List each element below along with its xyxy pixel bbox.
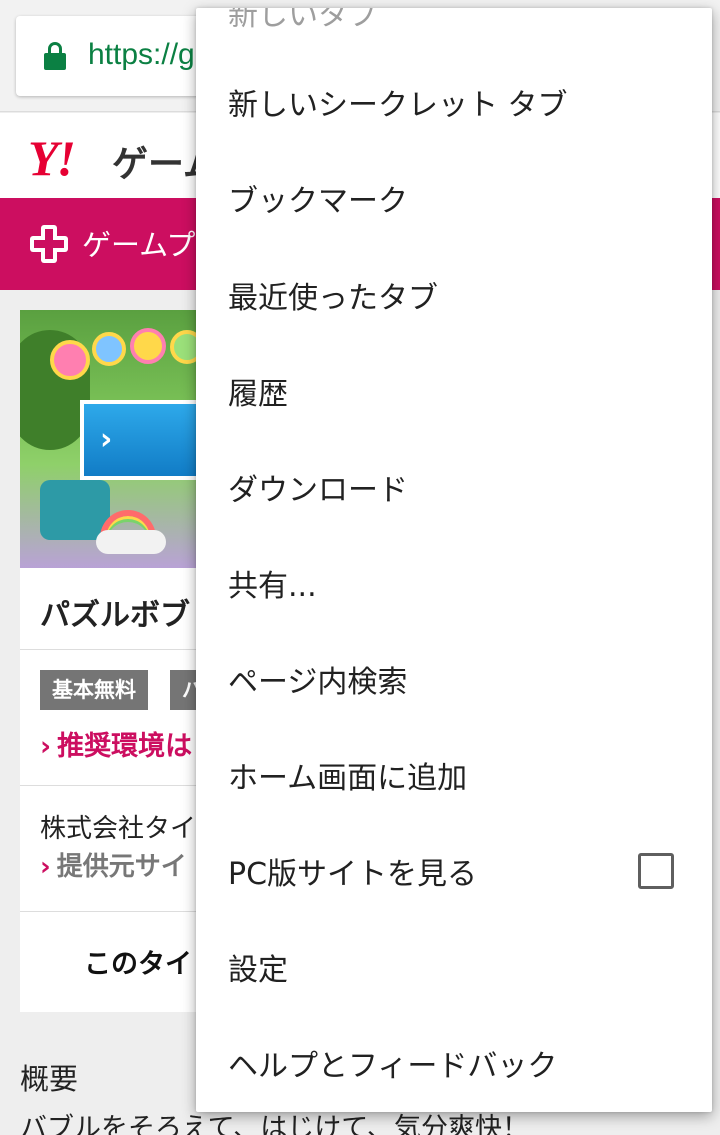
menu-item-label: 履歴	[228, 377, 288, 412]
url-text[interactable]: https://g	[88, 38, 195, 72]
tag-free: 基本無料	[40, 670, 148, 710]
menu-item-label: ヘルプとフィードバック	[228, 1049, 558, 1084]
menu-item-settings[interactable]: 設定	[196, 919, 712, 1015]
menu-item-label: 最近使ったタブ	[228, 281, 438, 316]
menu-item-help-feedback[interactable]: ヘルプとフィードバック	[196, 1015, 712, 1111]
menu-item-label: 新しいタブ	[228, 8, 378, 33]
overview-heading: 概要	[20, 1062, 79, 1096]
menu-item-new-incognito-tab[interactable]: 新しいシークレット タブ	[196, 54, 712, 150]
menu-item-find-in-page[interactable]: ページ内検索	[196, 631, 712, 727]
menu-item-label: 新しいシークレット タブ	[228, 88, 568, 123]
provider-site-label: 提供元サイ	[56, 852, 187, 882]
browser-overflow-menu: 新しいタブ 新しいシークレット タブ ブックマーク 最近使ったタブ 履歴 ダウン…	[196, 8, 712, 1112]
menu-item-downloads[interactable]: ダウンロード	[196, 439, 712, 535]
cta-text: このタイ	[84, 949, 192, 980]
game-nav-label: ゲームプ	[82, 228, 196, 262]
menu-item-label: 設定	[228, 953, 288, 988]
menu-item-label: 共有...	[228, 569, 317, 604]
menu-item-label: ブックマーク	[228, 184, 408, 219]
menu-item-recent-tabs[interactable]: 最近使ったタブ	[196, 247, 712, 343]
menu-item-bookmarks[interactable]: ブックマーク	[196, 150, 712, 246]
chevron-right-icon: ›	[100, 422, 113, 457]
game-title: パズルボブ	[40, 598, 190, 633]
chevron-right-icon: ›	[40, 731, 52, 762]
chevron-right-icon: ›	[40, 852, 51, 882]
provider-site-link[interactable]: › 提供元サイ	[40, 846, 187, 883]
menu-item-label: ダウンロード	[228, 473, 408, 508]
recommended-env-link[interactable]: › 推奨環境は	[40, 724, 192, 763]
menu-item-share[interactable]: 共有...	[196, 535, 712, 631]
menu-item-add-to-home[interactable]: ホーム画面に追加	[196, 727, 712, 823]
lock-icon	[44, 42, 66, 70]
menu-item-history[interactable]: 履歴	[196, 343, 712, 439]
menu-item-label: ページ内検索	[228, 665, 408, 700]
menu-item-label: ホーム画面に追加	[228, 761, 468, 796]
menu-item-label: PC版サイトを見る	[228, 857, 478, 892]
plus-icon	[30, 225, 68, 263]
desktop-site-checkbox[interactable]	[638, 853, 674, 889]
company-name: 株式会社タイ	[40, 814, 197, 844]
recommended-env-label: 推奨環境は	[57, 731, 193, 762]
yahoo-logo[interactable]: Y!	[28, 129, 76, 187]
menu-item-desktop-site[interactable]: PC版サイトを見る	[196, 823, 712, 919]
